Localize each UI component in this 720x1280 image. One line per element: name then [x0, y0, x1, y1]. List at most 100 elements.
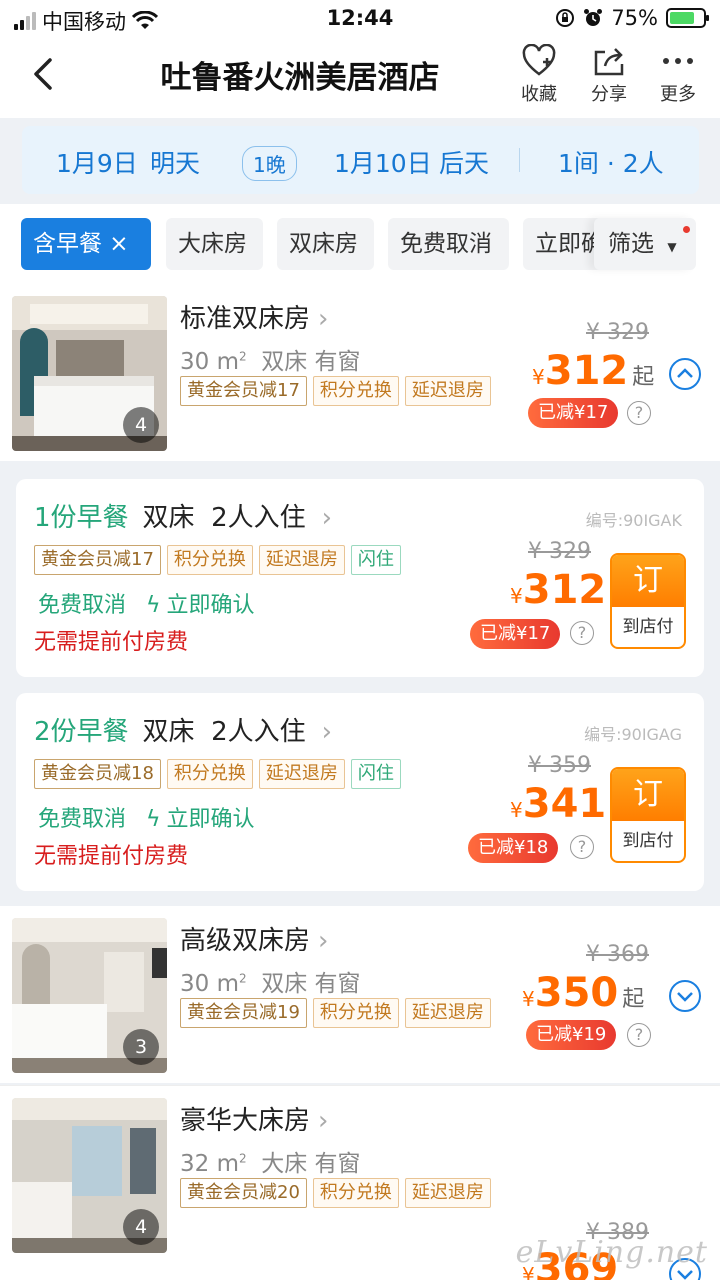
plan-tags: 黄金会员减17 积分兑换 延迟退房 闪住 — [34, 545, 401, 575]
more-dots-icon — [663, 58, 693, 64]
battery-percent: 75% — [611, 6, 658, 30]
filter-chip-king-bed[interactable]: 大床房 — [166, 218, 263, 270]
plan-price: ¥341 — [510, 781, 607, 827]
rate-plan-card[interactable]: 2份早餐 双床 2人入住 › 编号:90IGAG 黄金会员减18 积分兑换 延迟退房… — [16, 693, 704, 891]
plan-code: 编号:90IGAK — [585, 511, 682, 530]
photo-count: 4 — [123, 407, 159, 443]
discount-badge: 已减¥17 — [528, 398, 619, 428]
help-icon[interactable]: ? — [627, 1023, 651, 1047]
favorite-label: 收藏 — [521, 84, 557, 105]
rate-plan-card[interactable]: 1份早餐 双床 2人入住 › 编号:90IGAK 黄金会员减17 积分兑换 延迟退房… — [16, 479, 704, 677]
photo-count: 4 — [123, 1209, 159, 1245]
points-tag: 积分兑换 — [312, 1178, 399, 1208]
chevron-right-icon: › — [318, 1106, 329, 1136]
share-button[interactable]: 分享 — [579, 44, 639, 106]
favorite-button[interactable]: 收藏 — [509, 44, 569, 106]
member-discount-tag: 黄金会员减18 — [34, 759, 161, 789]
original-price: ¥ 329 — [586, 320, 649, 345]
share-icon — [594, 48, 624, 76]
room-specs: 30 m2 双床 有窗 — [180, 971, 361, 997]
divider — [519, 148, 520, 172]
late-checkout-tag: 延迟退房 — [404, 1178, 491, 1208]
late-checkout-tag: 延迟退房 — [258, 759, 345, 789]
plan-title[interactable]: 1份早餐 双床 2人入住 › — [34, 497, 332, 534]
room-photo[interactable]: 4 — [12, 1098, 167, 1253]
plan-perks: 免费取消 ϟ 立即确认 — [38, 593, 255, 618]
caret-down-icon: ▼ — [667, 240, 677, 254]
more-button[interactable]: 更多 — [648, 44, 708, 106]
photo-count: 3 — [123, 1029, 159, 1065]
filter-bar: 含早餐 × 大床房 双床房 免费取消 立即确认 筛选 ▼ — [0, 204, 720, 284]
status-bar: 中国移动 12:44 75% — [0, 0, 720, 36]
lightning-icon: ϟ — [146, 807, 161, 832]
chevron-down-icon — [677, 992, 693, 1002]
original-price: ¥ 359 — [528, 753, 591, 778]
late-checkout-tag: 延迟退房 — [404, 376, 491, 406]
points-tag: 积分兑换 — [166, 545, 253, 575]
checkin-date: 1月9日 — [56, 149, 138, 178]
checkout-day: 后天 — [439, 149, 490, 178]
filter-chip-breakfast[interactable]: 含早餐 × — [21, 218, 151, 270]
room-price: ¥350 起 — [522, 970, 645, 1016]
late-checkout-tag: 延迟退房 — [258, 545, 345, 575]
room-tags: 黄金会员减19 积分兑换 延迟退房 — [180, 998, 491, 1028]
room-name-row[interactable]: 高级双床房 › — [180, 920, 328, 957]
payment-note: 无需提前付房费 — [34, 630, 189, 655]
room-photo[interactable]: 3 — [12, 918, 167, 1073]
book-button[interactable]: 订 到店付 — [610, 767, 686, 863]
room-price: ¥312 起 — [532, 348, 655, 394]
nav-bar: 吐鲁番火洲美居酒店 收藏 分享 更多 — [0, 36, 720, 118]
plan-price: ¥312 — [510, 567, 607, 613]
original-price: ¥ 369 — [586, 942, 649, 967]
heart-icon — [522, 44, 556, 76]
points-tag: 积分兑换 — [312, 376, 399, 406]
points-tag: 积分兑换 — [166, 759, 253, 789]
filter-chip-instant-confirm[interactable]: 立即确认 — [523, 218, 603, 270]
chevron-right-icon: › — [321, 503, 333, 533]
room-name: 高级双床房 — [180, 926, 311, 956]
filter-more-label: 筛选 — [608, 231, 654, 257]
page-title: 吐鲁番火洲美居酒店 — [160, 60, 440, 96]
filter-more-button[interactable]: 筛选 ▼ — [594, 218, 696, 270]
plan-perks: 免费取消 ϟ 立即确认 — [38, 807, 255, 832]
watermark: eLvLing.net — [515, 1235, 708, 1270]
help-icon[interactable]: ? — [570, 835, 594, 859]
back-icon[interactable] — [24, 54, 64, 94]
chevron-right-icon: › — [318, 926, 329, 956]
filter-chip-twin-bed[interactable]: 双床房 — [277, 218, 374, 270]
member-discount-tag: 黄金会员减17 — [180, 376, 307, 406]
checkin-day: 明天 — [150, 149, 201, 178]
plan-title[interactable]: 2份早餐 双床 2人入住 › — [34, 711, 332, 748]
guests-selector[interactable]: 1间 · 2人 — [558, 144, 664, 180]
room-tags: 黄金会员减17 积分兑换 延迟退房 — [180, 376, 491, 406]
payment-note: 无需提前付房费 — [34, 844, 189, 869]
room-name-row[interactable]: 标准双床房 › — [180, 298, 328, 335]
member-discount-tag: 黄金会员减20 — [180, 1178, 307, 1208]
room-name: 豪华大床房 — [180, 1106, 311, 1136]
help-icon[interactable]: ? — [627, 401, 651, 425]
battery-icon — [666, 8, 709, 28]
lightning-icon: ϟ — [146, 593, 161, 618]
room-specs: 32 m2 大床 有窗 — [180, 1151, 361, 1177]
book-button[interactable]: 订 到店付 — [610, 553, 686, 649]
discount-badge: 已减¥19 — [526, 1020, 617, 1050]
room-tags: 黄金会员减20 积分兑换 延迟退房 — [180, 1178, 491, 1208]
notification-dot — [683, 226, 690, 233]
room-card[interactable]: 4 标准双床房 › 30 m2 双床 有窗 黄金会员减17 积分兑换 延迟退房 ¥… — [0, 284, 720, 461]
member-discount-tag: 黄金会员减17 — [34, 545, 161, 575]
more-label: 更多 — [660, 84, 696, 105]
original-price: ¥ 329 — [528, 539, 591, 564]
expand-button[interactable] — [669, 980, 701, 1012]
room-specs: 30 m2 双床 有窗 — [180, 349, 361, 375]
member-discount-tag: 黄金会员减19 — [180, 998, 307, 1028]
help-icon[interactable]: ? — [570, 621, 594, 645]
date-selector[interactable]: 1月9日 明天 1晚 1月10日 后天 1间 · 2人 — [22, 126, 699, 194]
collapse-button[interactable] — [669, 358, 701, 390]
room-name-row[interactable]: 豪华大床房 › — [180, 1100, 328, 1137]
discount-badge: 已减¥17 — [470, 619, 561, 649]
room-photo[interactable]: 4 — [12, 296, 167, 451]
flash-stay-tag: 闪住 — [350, 759, 401, 789]
filter-chip-free-cancel[interactable]: 免费取消 — [388, 218, 509, 270]
plan-code: 编号:90IGAG — [584, 725, 682, 744]
room-card[interactable]: 3 高级双床房 › 30 m2 双床 有窗 黄金会员减19 积分兑换 延迟退房 ¥… — [0, 906, 720, 1083]
